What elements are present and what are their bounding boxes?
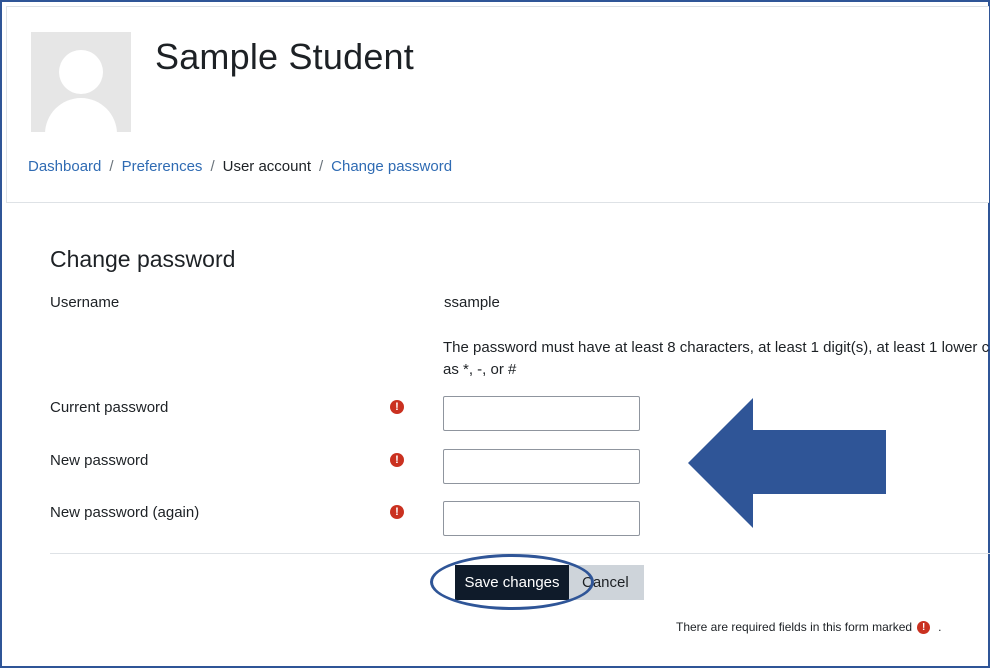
breadcrumb-user-account: User account [222, 158, 311, 175]
required-fields-note-end: . [938, 620, 942, 634]
new-password-label: New password [50, 452, 149, 469]
required-icon: ! [390, 505, 404, 519]
current-password-input[interactable] [443, 396, 640, 431]
breadcrumb-separator: / [318, 158, 324, 175]
password-policy-line1: The password must have at least 8 charac… [443, 339, 990, 356]
breadcrumb: Dashboard / Preferences / User account /… [28, 158, 452, 175]
avatar[interactable] [31, 32, 131, 132]
avatar-head-shape [59, 50, 103, 94]
cancel-button[interactable]: Cancel [560, 565, 644, 600]
form-title: Change password [50, 246, 236, 272]
required-icon: ! [917, 620, 931, 634]
required-fields-note: There are required fields in this form m… [676, 620, 941, 634]
avatar-body-shape [45, 98, 117, 132]
new-password-input[interactable] [443, 449, 640, 484]
required-icon: ! [390, 453, 404, 467]
save-changes-button[interactable]: Save changes [455, 565, 569, 600]
username-value: ssample [444, 294, 500, 311]
breadcrumb-separator: / [210, 158, 215, 175]
required-fields-note-text: There are required fields in this form m… [676, 620, 913, 634]
page-title: Sample Student [155, 36, 414, 77]
breadcrumb-separator: / [109, 158, 114, 175]
new-password-again-label: New password (again) [50, 504, 200, 521]
new-password-again-input[interactable] [443, 501, 640, 536]
password-policy-text: The password must have at least 8 charac… [443, 337, 990, 381]
breadcrumb-dashboard[interactable]: Dashboard [28, 158, 101, 175]
form-divider [50, 553, 990, 554]
password-policy-line2: as *, -, or # [443, 361, 517, 378]
username-label: Username [50, 294, 120, 311]
required-icon: ! [390, 400, 404, 414]
current-password-label: Current password [50, 399, 169, 416]
breadcrumb-preferences[interactable]: Preferences [122, 158, 203, 175]
left-arrow-annotation-icon [688, 398, 886, 528]
breadcrumb-change-password[interactable]: Change password [331, 158, 452, 175]
